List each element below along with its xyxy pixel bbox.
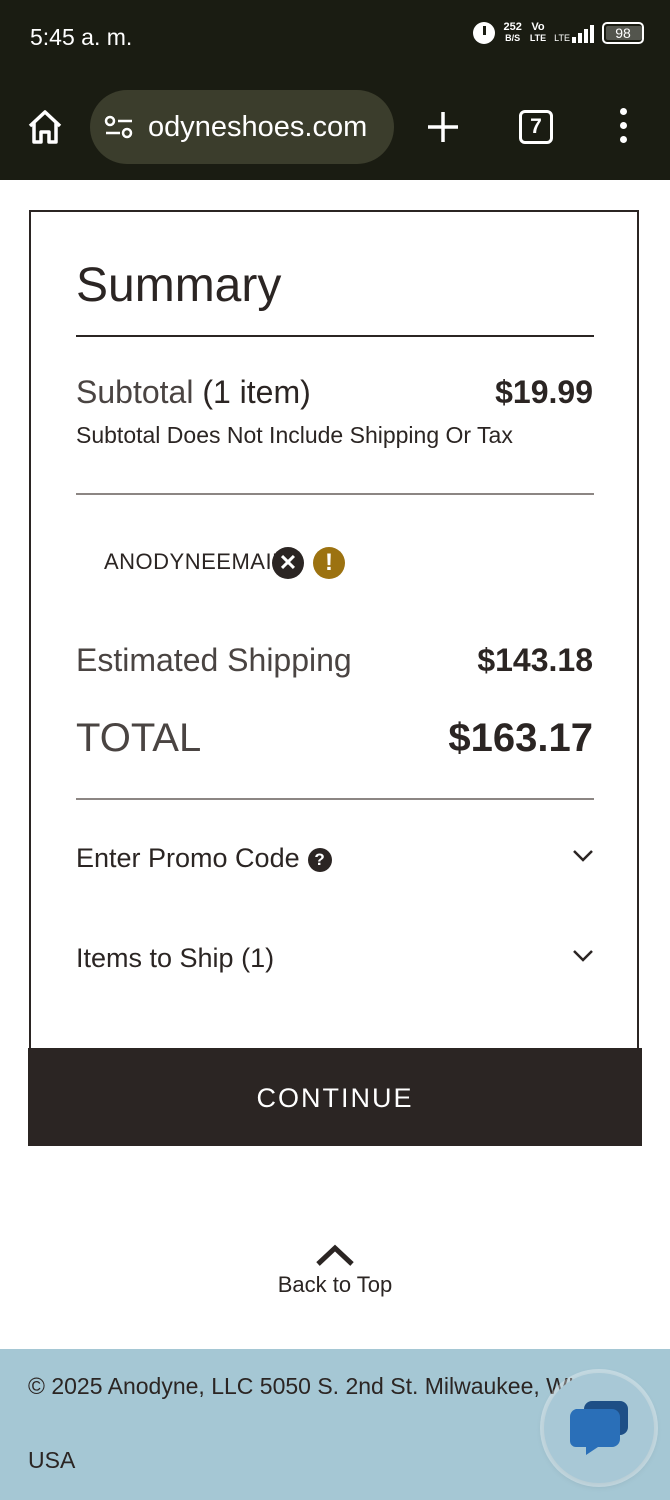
more-menu-icon[interactable] [618, 108, 628, 146]
url-text[interactable]: odyneshoes.com [148, 111, 384, 144]
back-to-top-link[interactable]: Back to Top [250, 1244, 420, 1298]
new-tab-icon[interactable] [424, 108, 462, 146]
divider [76, 798, 594, 800]
total-value: $163.17 [448, 716, 593, 760]
tab-switcher-button[interactable]: 7 [519, 110, 553, 144]
country-text: USA [28, 1447, 76, 1473]
url-bar[interactable]: odyneshoes.com [90, 90, 394, 164]
help-icon[interactable]: ? [307, 848, 332, 872]
items-to-ship-label: Items to Ship (1) [76, 943, 275, 973]
volte-icon: Vo LTE [529, 21, 547, 44]
promo-code-accordion[interactable]: Enter Promo Code? [76, 835, 594, 885]
shipping-label: Estimated Shipping [76, 642, 352, 678]
battery-icon: 98 [602, 22, 644, 44]
chevron-down-icon[interactable] [572, 949, 594, 963]
summary-title: Summary [76, 259, 282, 312]
divider [76, 335, 594, 337]
net-speed: 252 B/S [503, 21, 522, 44]
chat-icon [569, 1401, 628, 1455]
subtotal-item-count: (1 item) [202, 374, 311, 410]
chevron-up-icon [316, 1244, 354, 1266]
total-label: TOTAL [76, 716, 202, 760]
promo-code-label: Enter Promo Code? [76, 843, 332, 874]
subtotal-label: Subtotal (1 item) [76, 374, 311, 410]
back-to-top-label: Back to Top [277, 1272, 393, 1297]
chevron-down-icon[interactable] [572, 849, 594, 863]
status-icons: 252 B/S Vo LTE LTE 98 [473, 22, 644, 44]
copyright-text: © 2025 Anodyne, LLC 5050 S. 2nd St. Milw… [28, 1373, 588, 1399]
footer: © 2025 Anodyne, LLC 5050 S. 2nd St. Milw… [0, 1349, 670, 1500]
remove-code-icon[interactable]: ✕ [272, 547, 304, 579]
divider [76, 493, 594, 495]
applied-promo-code: ANODYNEEMAIL [104, 549, 285, 574]
browser-chrome: 5:45 a. m. 252 B/S Vo LTE LTE 98 odynesh… [0, 0, 670, 180]
alarm-icon [473, 22, 496, 44]
shipping-value: $143.18 [477, 642, 593, 678]
site-settings-icon[interactable] [104, 115, 134, 139]
chat-button[interactable] [544, 1373, 654, 1483]
items-to-ship-accordion[interactable]: Items to Ship (1) [76, 935, 594, 985]
signal-icon: LTE [554, 23, 594, 43]
subtotal-value: $19.99 [495, 374, 593, 410]
warning-icon[interactable]: ! [313, 547, 345, 579]
status-time: 5:45 a. m. [30, 24, 133, 50]
home-icon[interactable] [26, 108, 64, 146]
subtotal-note: Subtotal Does Not Include Shipping Or Ta… [76, 422, 513, 448]
continue-button[interactable]: CONTINUE [28, 1048, 642, 1146]
